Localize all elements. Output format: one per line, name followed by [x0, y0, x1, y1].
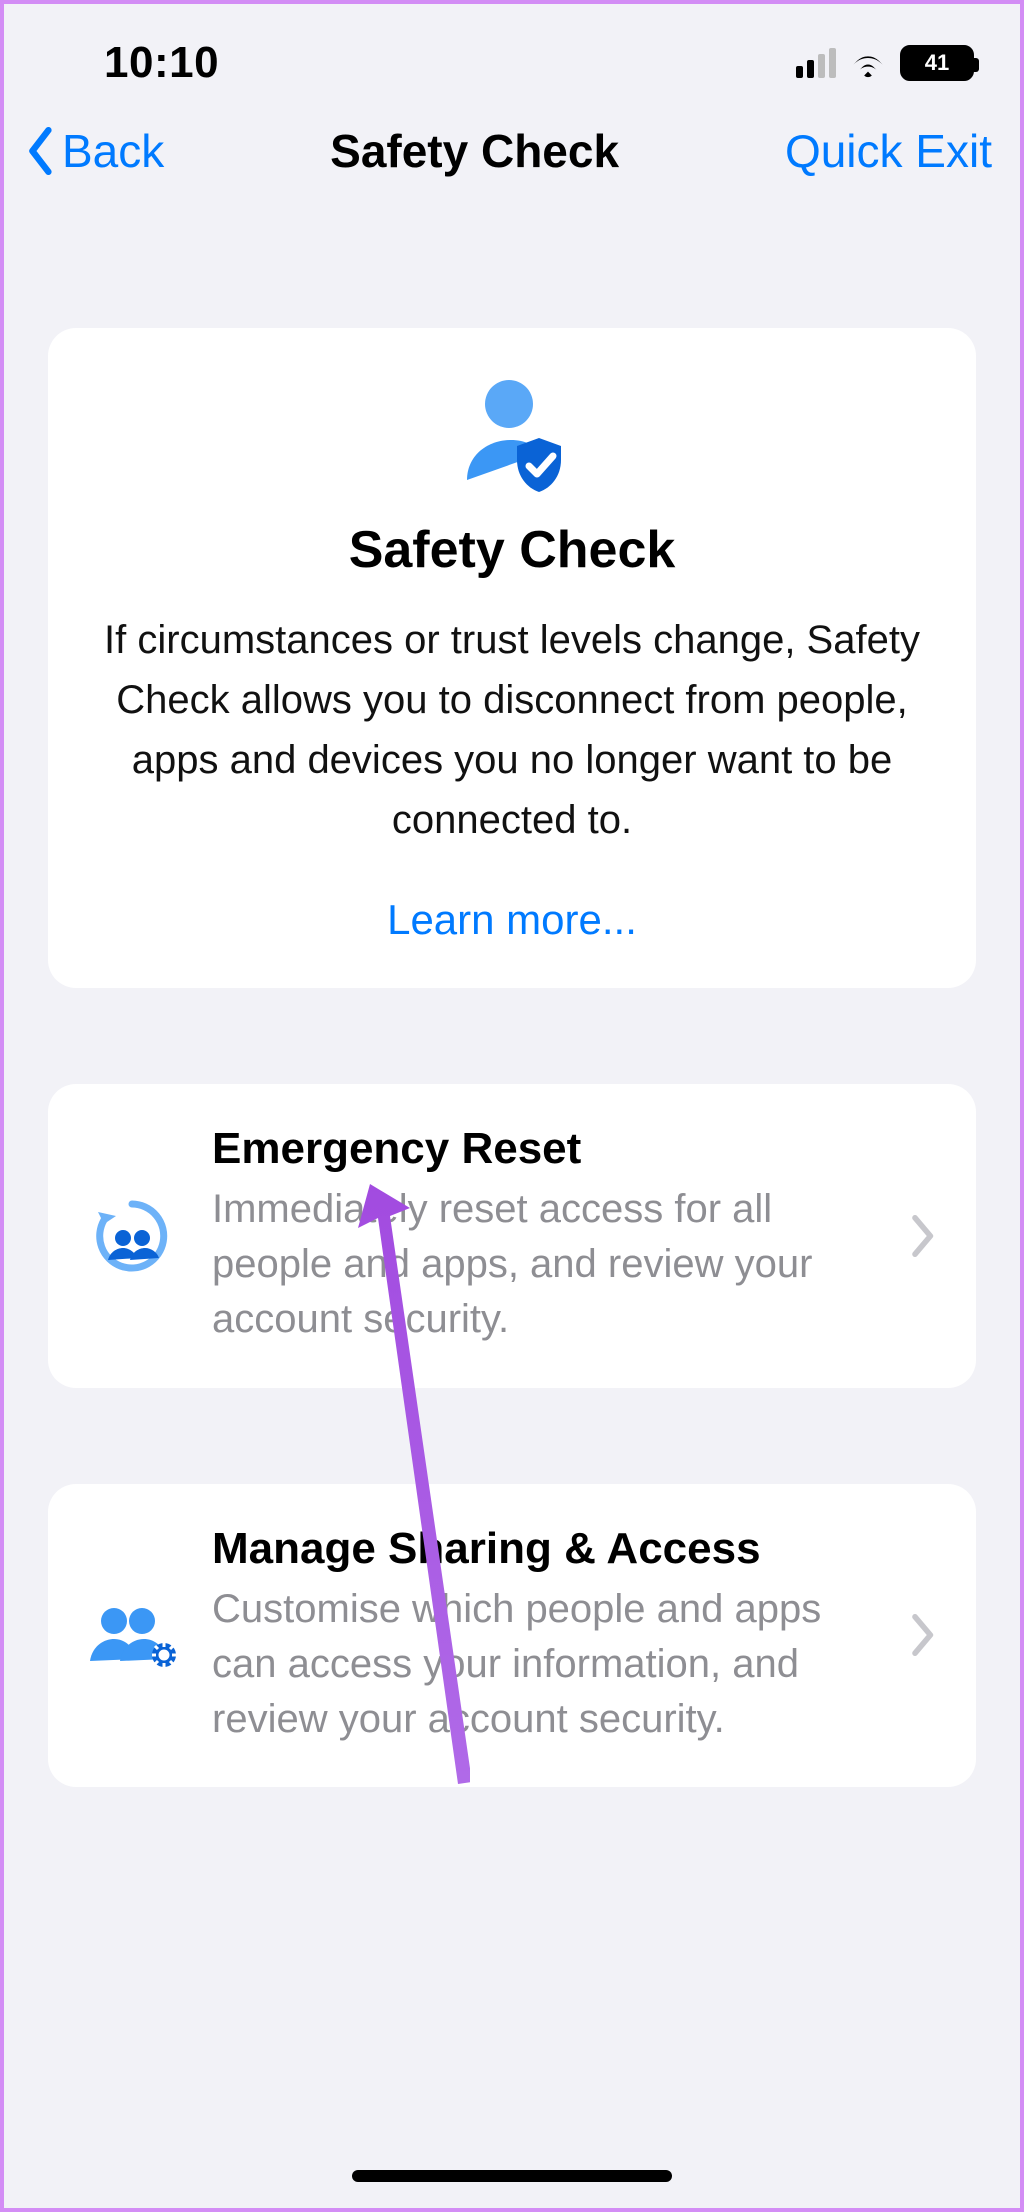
- manage-sharing-row[interactable]: Manage Sharing & Access Customise which …: [48, 1484, 976, 1788]
- status-bar: 10:10 41: [4, 4, 1020, 94]
- home-indicator[interactable]: [352, 2170, 672, 2182]
- chevron-right-icon: [902, 1614, 942, 1656]
- emergency-reset-icon: [82, 1194, 182, 1278]
- back-button[interactable]: Back: [24, 124, 164, 178]
- intro-description: If circumstances or trust levels change,…: [84, 610, 940, 850]
- intro-title: Safety Check: [84, 520, 940, 580]
- battery-icon: 41: [900, 45, 974, 81]
- learn-more-link[interactable]: Learn more...: [387, 896, 637, 944]
- manage-sharing-description: Customise which people and apps can acce…: [212, 1582, 872, 1748]
- intro-card: Safety Check If circumstances or trust l…: [48, 328, 976, 988]
- safety-check-hero-icon: [84, 372, 940, 492]
- emergency-reset-row[interactable]: Emergency Reset Immediately reset access…: [48, 1084, 976, 1388]
- manage-sharing-title: Manage Sharing & Access: [212, 1524, 872, 1574]
- emergency-reset-title: Emergency Reset: [212, 1124, 872, 1174]
- nav-bar: Back Safety Check Quick Exit: [4, 94, 1020, 208]
- status-time: 10:10: [104, 38, 219, 88]
- emergency-reset-description: Immediately reset access for all people …: [212, 1182, 872, 1348]
- quick-exit-button[interactable]: Quick Exit: [785, 124, 992, 178]
- chevron-right-icon: [902, 1215, 942, 1257]
- cellular-signal-icon: [796, 48, 836, 78]
- status-icons: 41: [796, 45, 974, 81]
- battery-level: 41: [925, 50, 949, 76]
- wifi-icon: [848, 48, 888, 78]
- back-label: Back: [62, 124, 164, 178]
- manage-sharing-icon: [82, 1599, 182, 1671]
- page-title: Safety Check: [330, 124, 619, 178]
